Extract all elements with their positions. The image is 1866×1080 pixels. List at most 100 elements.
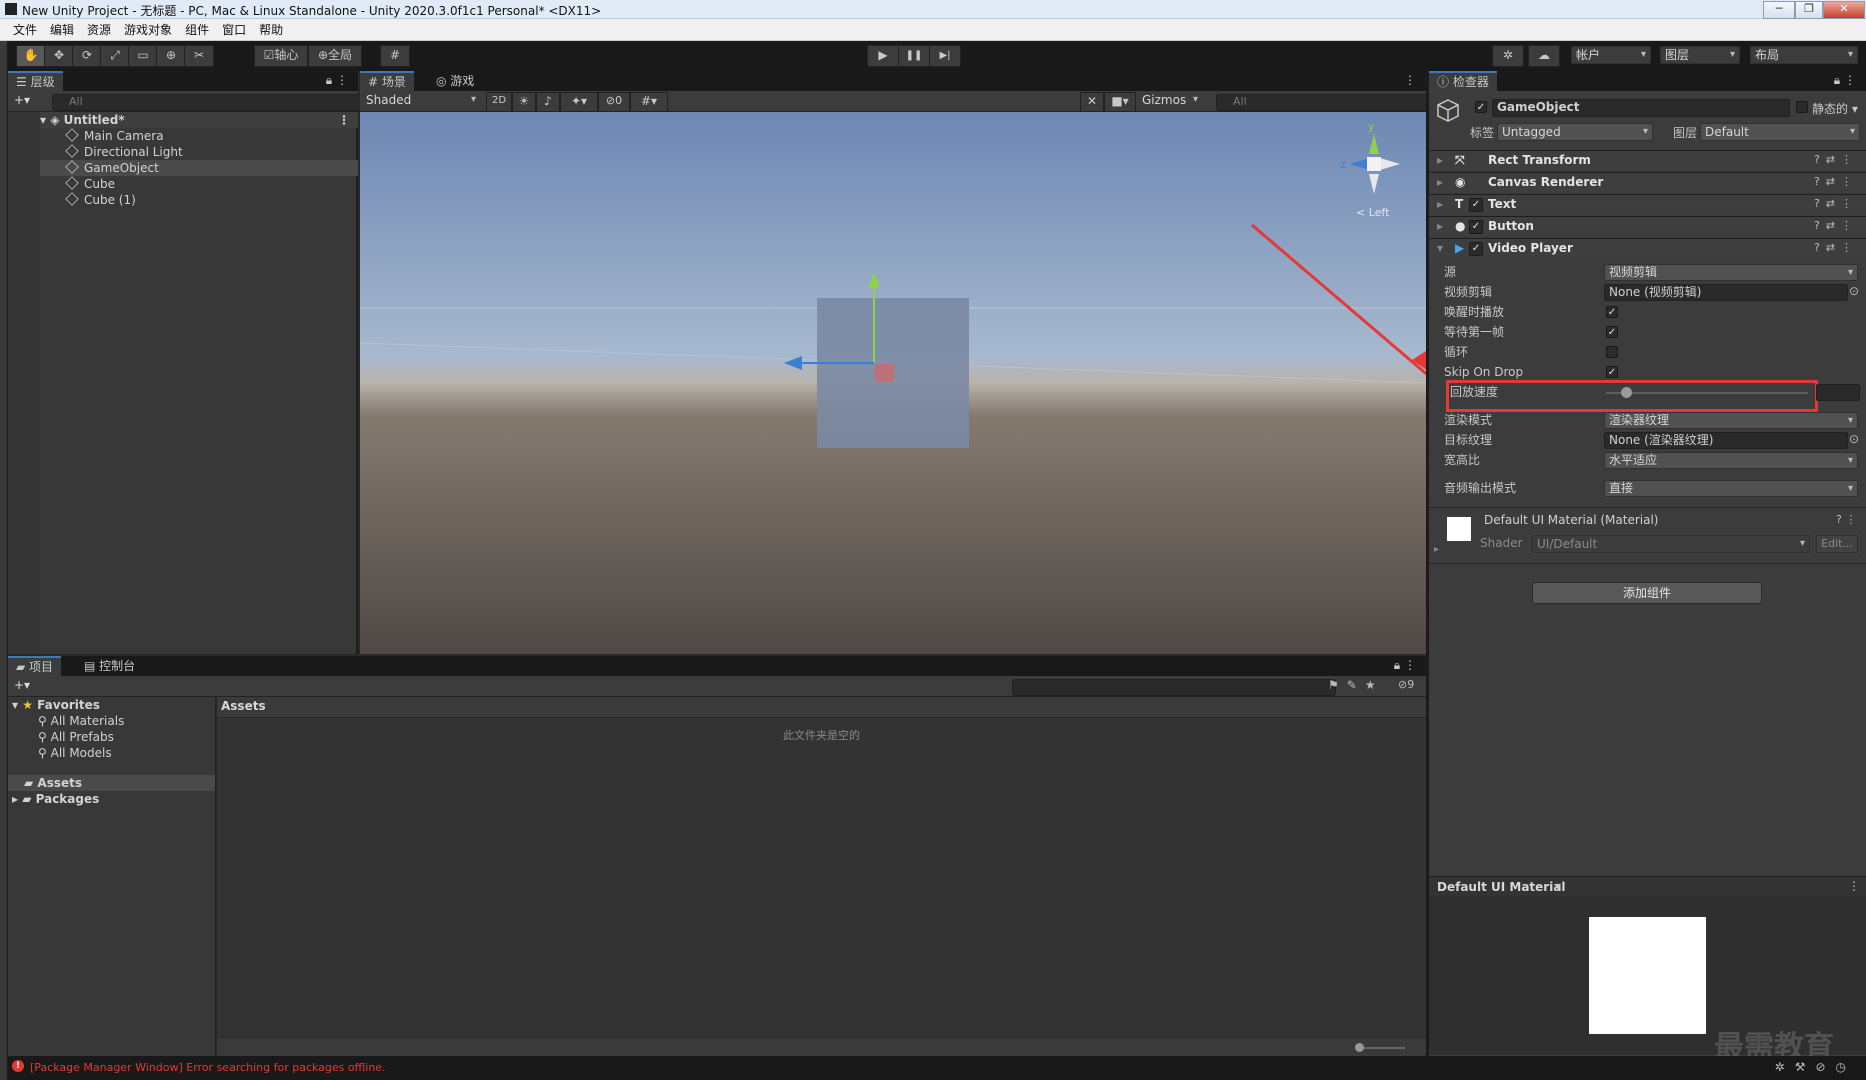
pause-button[interactable]: ❚❚ (898, 45, 930, 67)
global-toggle[interactable]: ⊕全局 (308, 45, 362, 67)
target-texture-field[interactable]: None (渲染器纹理) (1604, 432, 1848, 449)
camera-icon[interactable]: ■▾ (1104, 92, 1136, 112)
material-swatch[interactable] (1447, 517, 1471, 541)
error-message[interactable]: [Package Manager Window] Error searching… (30, 1061, 386, 1074)
active-checkbox[interactable]: ✓ (1475, 101, 1487, 113)
playback-speed-field[interactable] (1816, 384, 1860, 401)
component-text[interactable]: ▸ T ✓ Text ?⇄⋮ (1429, 194, 1866, 214)
collapse-arrow-icon[interactable]: ▾ (1437, 241, 1443, 255)
maximize-button[interactable]: ❐ (1795, 1, 1823, 19)
component-menu-icon[interactable]: ?⇄⋮ (1814, 217, 1858, 235)
pivot-toggle[interactable]: ☑轴心 (254, 45, 308, 67)
component-menu-icon[interactable]: ?⇄⋮ (1814, 239, 1858, 257)
play-on-awake-checkbox[interactable]: ✓ (1606, 306, 1618, 318)
tab-scene[interactable]: # 场景 (360, 71, 414, 93)
audio-output-dropdown[interactable]: 直接 (1604, 480, 1858, 497)
lock-icon[interactable]: 🔒︎ ⋮ (326, 73, 348, 88)
filter-icons[interactable]: ⚑✎★ (1328, 678, 1384, 692)
lock-icon[interactable]: 🔒︎ ⋮ (1834, 73, 1856, 88)
component-button[interactable]: ▸ ● ✓ Button ?⇄⋮ (1429, 216, 1866, 236)
menu-component[interactable]: 组件 (185, 19, 209, 41)
menu-help[interactable]: 帮助 (259, 19, 283, 41)
component-video-player[interactable]: ▾ ▶ ✓ Video Player ?⇄⋮ (1429, 238, 1866, 258)
grid-icon[interactable]: #▾ (630, 92, 668, 112)
static-dropdown[interactable]: 静态的 ▾ (1812, 100, 1858, 117)
component-menu-icon[interactable]: ?⇄⋮ (1814, 195, 1858, 213)
expand-arrow-icon[interactable]: ▸ (1437, 153, 1443, 167)
tools-icon[interactable]: ✕ (1080, 92, 1104, 112)
tab-console[interactable]: ▤ 控制台 (76, 656, 143, 676)
component-menu-icon[interactable]: ?⇄⋮ (1814, 151, 1858, 169)
menu-gameobject[interactable]: 游戏对象 (124, 19, 172, 41)
shading-mode-dropdown[interactable]: Shaded (362, 92, 480, 110)
scene-search[interactable]: All (1216, 94, 1438, 111)
hierarchy-item[interactable]: Cube (65, 176, 115, 192)
tag-dropdown[interactable]: Untagged (1497, 123, 1653, 141)
layers-dropdown[interactable]: 图层 (1660, 46, 1740, 64)
slider-thumb[interactable] (1355, 1043, 1364, 1052)
project-search[interactable] (1012, 679, 1336, 696)
tab-game[interactable]: ◎ 游戏 (428, 71, 482, 91)
component-canvas-renderer[interactable]: ▸ ◉ Canvas Renderer ?⇄⋮ (1429, 172, 1866, 192)
minimize-button[interactable]: ─ (1763, 1, 1795, 19)
account-dropdown[interactable]: 帐户 (1571, 46, 1651, 64)
create-plus-icon[interactable]: +▾ (14, 678, 30, 692)
hierarchy-item-selected[interactable]: GameObject (40, 160, 358, 176)
custom-tool-icon[interactable]: ✂ (184, 45, 214, 67)
move-tool-icon[interactable]: ✥ (44, 45, 74, 67)
folder-packages[interactable]: ▸ ▰ Packages (12, 791, 99, 807)
scene-menu-icon[interactable]: ⋮ (1404, 73, 1416, 87)
object-picker-icon[interactable]: ⊙ (1849, 284, 1859, 298)
grid-snap-icon[interactable]: # (380, 45, 410, 67)
collab-icon[interactable]: ✲ (1492, 45, 1524, 67)
scale-tool-icon[interactable]: ⤢ (100, 45, 130, 67)
component-menu-icon[interactable]: ?⇄⋮ (1814, 173, 1858, 191)
favorite-item[interactable]: ⚲ All Models (38, 745, 112, 761)
expand-arrow-icon[interactable]: ▸ (1437, 197, 1443, 211)
wait-first-frame-checkbox[interactable]: ✓ (1606, 326, 1618, 338)
create-plus-icon[interactable]: +▾ (14, 93, 30, 107)
clip-field[interactable]: None (视频剪辑) (1604, 284, 1848, 301)
skip-on-drop-checkbox[interactable]: ✓ (1606, 366, 1618, 378)
play-button[interactable]: ▶ (867, 45, 899, 67)
gizmos-dropdown[interactable]: Gizmos (1138, 92, 1202, 110)
aspect-ratio-dropdown[interactable]: 水平适应 (1604, 452, 1858, 469)
shader-edit-button[interactable]: Edit... (1816, 535, 1858, 553)
scene-canvas[interactable]: y z < Left (360, 112, 1426, 654)
menu-assets[interactable]: 资源 (87, 19, 111, 41)
tab-hierarchy[interactable]: ☰ 层级 (8, 71, 63, 93)
icon-size-slider[interactable] (1355, 1043, 1405, 1052)
rect-tool-icon[interactable]: ▭ (128, 45, 158, 67)
shader-dropdown[interactable]: UI/Default (1532, 535, 1810, 553)
source-dropdown[interactable]: 视频剪辑 (1604, 264, 1858, 281)
lock-icon[interactable]: 🔒︎ ⋮ (1394, 658, 1416, 673)
rotate-tool-icon[interactable]: ⟳ (72, 45, 102, 67)
favorite-item[interactable]: ⚲ All Materials (38, 713, 124, 729)
component-enabled-checkbox[interactable]: ✓ (1469, 198, 1483, 212)
component-rect-transform[interactable]: ▸ ⤧ Rect Transform ?⇄⋮ (1429, 150, 1866, 170)
menu-file[interactable]: 文件 (13, 19, 37, 41)
expand-arrow-icon[interactable]: ▸ (1437, 175, 1443, 189)
lighting-icon[interactable]: ☀ (512, 92, 536, 112)
scene-menu-icon[interactable]: ⋮ (338, 112, 350, 128)
add-component-button[interactable]: 添加组件 (1532, 582, 1762, 604)
component-enabled-checkbox[interactable]: ✓ (1469, 242, 1483, 256)
hidden-packages-toggle[interactable]: ⊘9 (1398, 678, 1414, 691)
object-name-field[interactable]: GameObject (1492, 99, 1790, 117)
loop-checkbox[interactable] (1606, 346, 1618, 358)
center-handle[interactable] (875, 364, 894, 382)
cloud-icon[interactable]: ☁ (1528, 45, 1560, 67)
render-mode-dropdown[interactable]: 渲染器纹理 (1604, 412, 1858, 429)
expand-arrow-icon[interactable]: ▸ (1434, 544, 1439, 555)
status-icons[interactable]: ✲⚒⊘◷ (1775, 1060, 1856, 1074)
layout-dropdown[interactable]: 布局 (1750, 46, 1858, 64)
close-button[interactable]: ✕ (1823, 1, 1865, 19)
scene-viewport[interactable]: y z < Left (360, 112, 1426, 654)
preview-menu-icon[interactable]: ⋮ (1848, 879, 1860, 893)
menu-edit[interactable]: 编辑 (50, 19, 74, 41)
menu-window[interactable]: 窗口 (222, 19, 246, 41)
hand-tool-icon[interactable]: ✋ (16, 45, 46, 67)
hierarchy-search[interactable]: All (52, 94, 370, 111)
2d-toggle[interactable]: 2D (486, 92, 512, 112)
favorite-item[interactable]: ⚲ All Prefabs (38, 729, 114, 745)
